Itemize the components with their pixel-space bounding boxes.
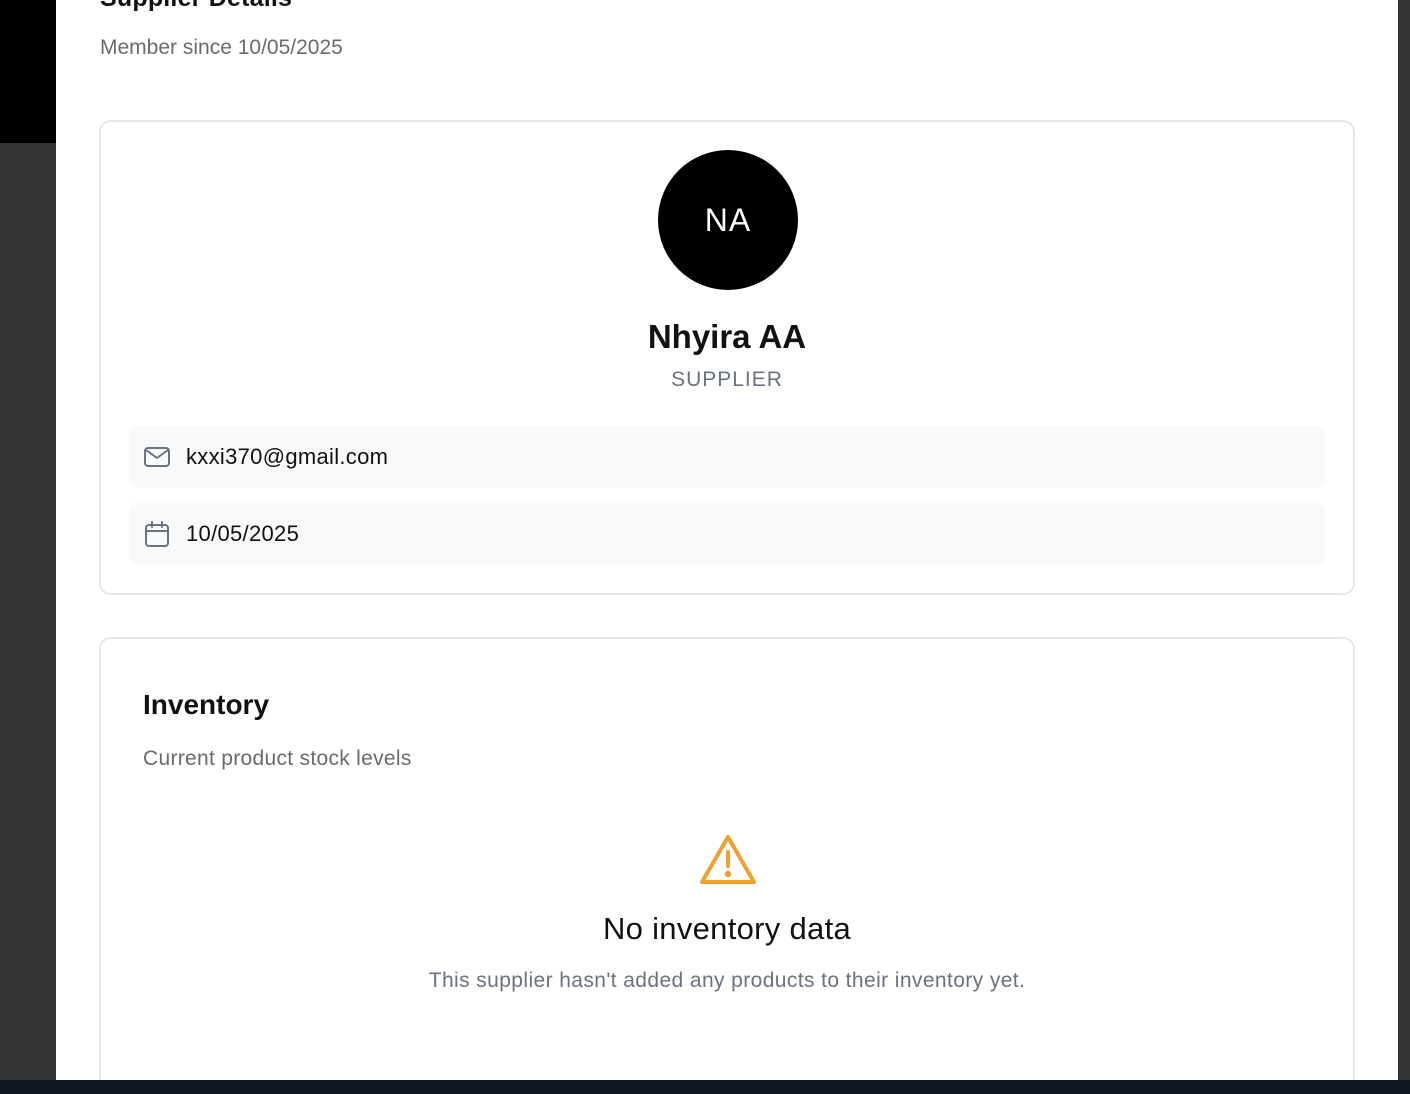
- empty-state-text: This supplier hasn't added any products …: [428, 969, 1026, 992]
- supplier-role: SUPPLIER: [671, 368, 783, 391]
- mail-icon: [143, 443, 171, 471]
- background-overlay-dark: [0, 0, 56, 143]
- warning-icon: [698, 833, 758, 887]
- inventory-subtitle: Current product stock levels: [143, 747, 412, 770]
- bottom-bar: [0, 1080, 1410, 1094]
- calendar-icon: [143, 520, 171, 548]
- inventory-title: Inventory: [143, 689, 270, 720]
- email-text[interactable]: kxxi370@gmail.com: [186, 444, 388, 470]
- page-title: Supplier Details: [100, 0, 292, 13]
- background-overlay-right: [1398, 0, 1410, 1080]
- avatar: NA: [658, 150, 798, 290]
- date-text: 10/05/2025: [186, 521, 300, 546]
- inventory-card: Inventory Current product stock levels N…: [99, 637, 1355, 1080]
- empty-state-title: No inventory data: [602, 911, 852, 946]
- avatar-initials: NA: [704, 201, 752, 238]
- page-subtitle: Member since 10/05/2025: [100, 36, 343, 59]
- email-row: kxxi370@gmail.com: [129, 426, 1325, 488]
- date-row: 10/05/2025: [129, 503, 1325, 565]
- profile-card: NA Nhyira AA SUPPLIER kxxi370@gmail.com: [99, 120, 1355, 595]
- supplier-name: Nhyira AA: [647, 318, 807, 355]
- supplier-details-panel: Supplier Details Member since 10/05/2025…: [56, 0, 1398, 1080]
